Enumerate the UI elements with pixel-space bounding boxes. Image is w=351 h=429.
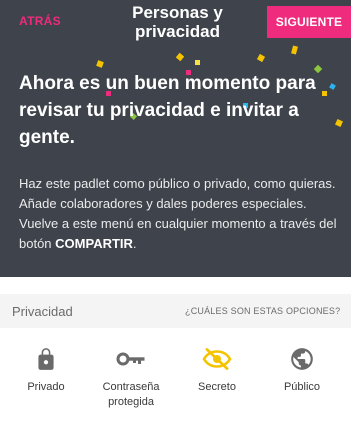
privacy-option-label: Contraseña protegida [102,381,160,408]
back-button[interactable]: ATRÁS [19,14,61,28]
privacy-option-label: Privado [27,381,65,393]
privacy-options-help-link[interactable]: ¿CUÁLES SON ESTAS OPCIONES? [185,306,340,316]
privacy-option-password[interactable]: Contraseña protegida [89,346,173,410]
lock-icon [38,348,54,370]
intro-headline: Ahora es un buen momento para revisar tu… [19,73,316,148]
eye-slash-icon [202,348,232,370]
privacy-option-label: Secreto [198,381,236,393]
privacy-option-public[interactable]: Público [260,346,344,395]
page-title: Personas y privacidad [132,3,223,41]
privacy-label: Privacidad [12,304,73,319]
privacy-section-header: Privacidad ¿CUÁLES SON ESTAS OPCIONES? [0,294,351,328]
privacy-option-secret[interactable]: Secreto [175,346,259,395]
privacy-option-private[interactable]: Privado [4,346,88,395]
privacy-option-label: Público [283,381,321,393]
intro-description-end: . [132,236,137,251]
share-button-reference: COMPARTIR [55,236,133,251]
intro-panel: ATRÁS Personas y privacidad SIGUIENTE Ah… [0,0,351,277]
globe-icon [291,348,313,370]
header: ATRÁS Personas y privacidad SIGUIENTE [0,0,351,46]
next-button[interactable]: SIGUIENTE [267,6,351,38]
intro-description: Haz este padlet como público o privado, … [19,174,339,254]
key-icon [116,352,145,366]
